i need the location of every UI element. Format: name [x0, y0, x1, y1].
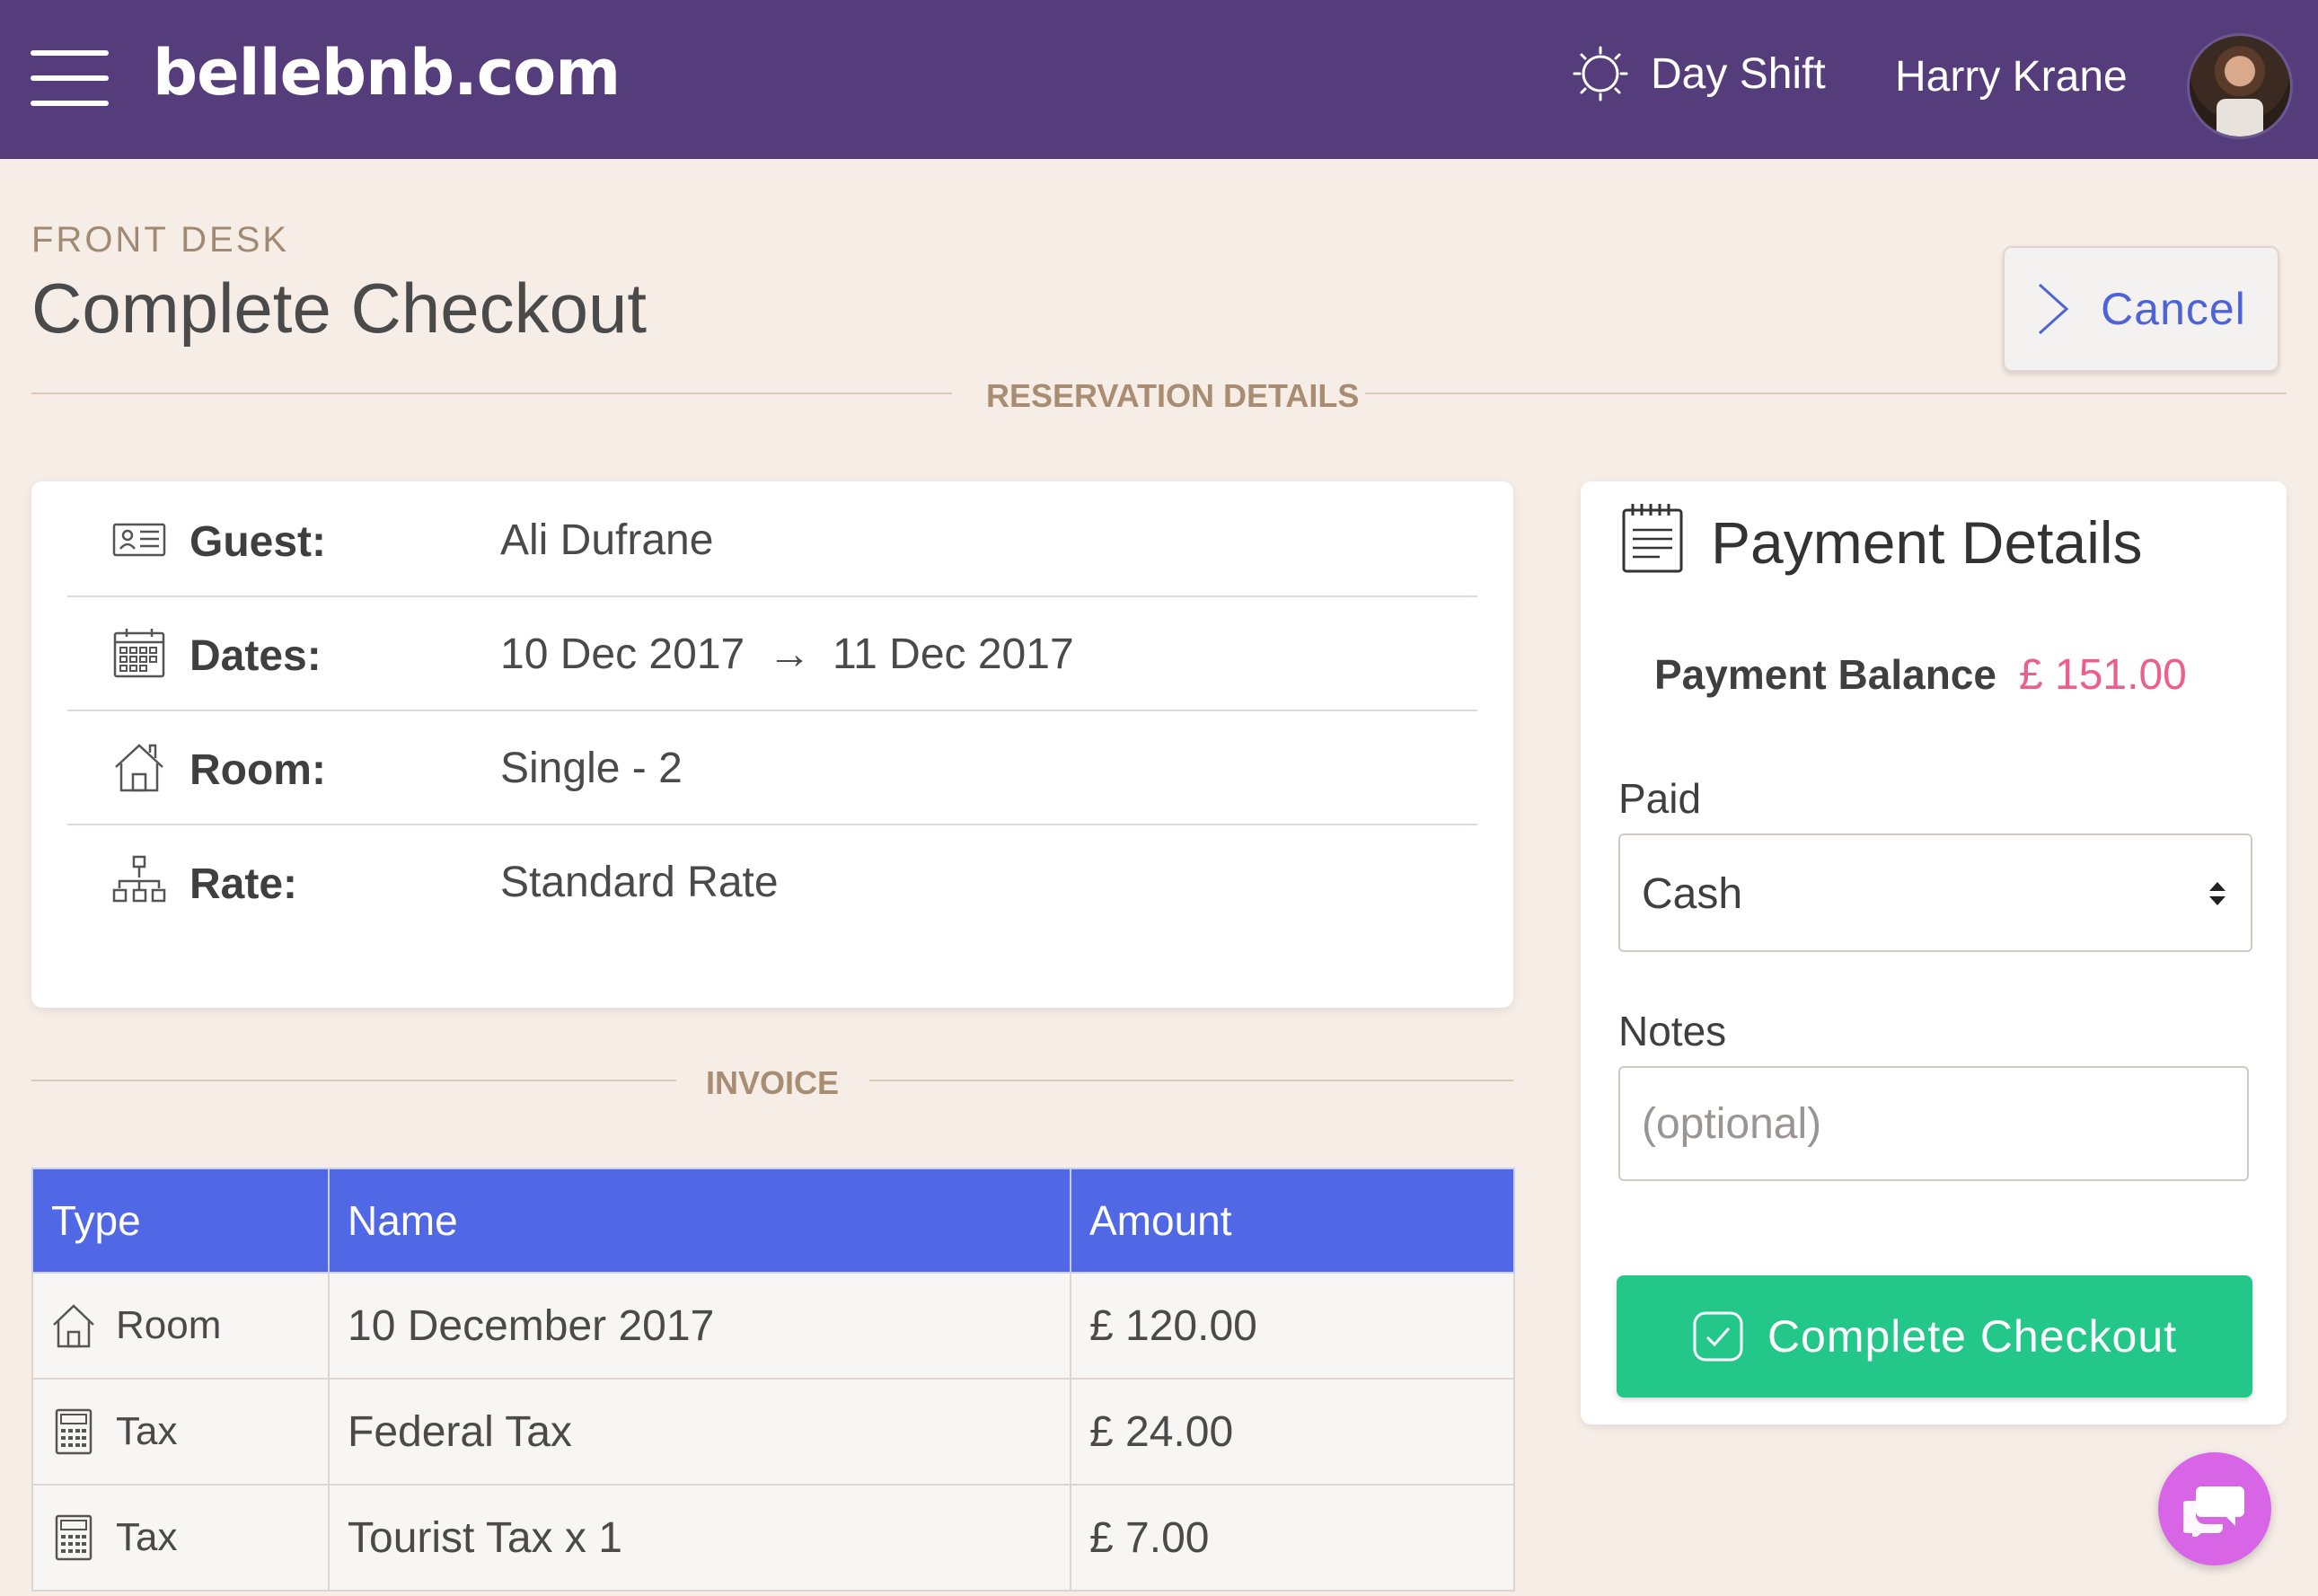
rate-label: Rate:	[189, 860, 298, 908]
chat-bubbles-icon	[2183, 1486, 2244, 1537]
room-row: Room: Single - 2	[67, 710, 1477, 825]
type-label: Tax	[116, 1515, 178, 1559]
rate-row: Rate: Standard Rate	[67, 824, 1477, 938]
payment-method-select[interactable]: Cash	[1618, 833, 2252, 952]
select-caret-icon	[2209, 882, 2225, 905]
room-value: Single - 2	[500, 745, 683, 792]
rate-value: Standard Rate	[500, 859, 779, 906]
guest-label: Guest:	[189, 518, 327, 566]
invoice-divider-left	[31, 1080, 676, 1081]
shift-label: Day Shift	[1651, 49, 1826, 98]
chat-button[interactable]	[2158, 1452, 2271, 1565]
shift-indicator[interactable]: Day Shift	[1572, 45, 1826, 102]
calculator-icon	[55, 1408, 93, 1455]
column-header-type[interactable]: Type	[31, 1168, 330, 1274]
type-cell: Tax	[31, 1378, 330, 1486]
balance-label: Payment Balance	[1654, 651, 1996, 698]
chevron-right-icon	[2039, 283, 2069, 335]
calendar-icon	[113, 629, 165, 678]
payment-card: Payment Details Payment Balance £ 151.00…	[1581, 481, 2287, 1424]
page-title: Complete Checkout	[31, 269, 648, 348]
complete-checkout-label: Complete Checkout	[1767, 1311, 2178, 1362]
dates-label: Dates:	[189, 632, 322, 680]
type-label: Tax	[116, 1409, 178, 1453]
table-row[interactable]: Tax Federal Tax £ 24.00	[31, 1378, 1515, 1486]
amount-cell: £ 120.00	[1070, 1272, 1515, 1380]
dates-row: Dates: 10 Dec 2017 → 11 Dec 2017	[67, 595, 1477, 711]
id-card-icon	[112, 523, 166, 557]
section-label-invoice: INVOICE	[706, 1064, 840, 1101]
calculator-icon	[55, 1514, 93, 1561]
amount-cell: £ 24.00	[1070, 1378, 1515, 1486]
invoice-table: Type Name Amount Room 10 December 2017 £…	[31, 1168, 1515, 1592]
check-square-icon	[1693, 1311, 1743, 1362]
column-header-name[interactable]: Name	[328, 1168, 1071, 1274]
name-cell: 10 December 2017	[328, 1272, 1071, 1380]
notes-input[interactable]	[1618, 1066, 2249, 1181]
room-label: Room:	[189, 746, 326, 794]
type-label: Room	[116, 1303, 222, 1347]
user-avatar[interactable]	[2187, 33, 2293, 139]
brand-logo[interactable]: bellebnb.com	[153, 36, 621, 110]
home-icon	[115, 744, 163, 792]
name-cell: Federal Tax	[328, 1378, 1071, 1486]
table-row[interactable]: Tax Tourist Tax x 1 £ 7.00	[31, 1484, 1515, 1592]
sun-icon	[1573, 46, 1628, 101]
cancel-button[interactable]: Cancel	[2003, 246, 2279, 372]
user-name[interactable]: Harry Krane	[1895, 52, 2128, 101]
table-header-row: Type Name Amount	[31, 1168, 1515, 1274]
reservation-card: Guest: Ali Dufrane Dates: 10 Dec 2017 → …	[31, 481, 1513, 1008]
home-icon	[53, 1304, 94, 1348]
paid-label: Paid	[1618, 775, 1702, 822]
balance-value: £ 151.00	[2019, 651, 2187, 699]
guest-value: Ali Dufrane	[500, 516, 714, 564]
section-label-reservation: RESERVATION DETAILS	[986, 377, 1360, 414]
complete-checkout-button[interactable]: Complete Checkout	[1617, 1275, 2252, 1398]
type-cell: Room	[31, 1272, 330, 1380]
cancel-label: Cancel	[2101, 284, 2246, 334]
divider-right	[1365, 392, 2287, 394]
invoice-divider-right	[869, 1080, 1513, 1081]
column-header-amount[interactable]: Amount	[1070, 1168, 1515, 1274]
name-cell: Tourist Tax x 1	[328, 1484, 1071, 1592]
date-to: 11 Dec 2017	[833, 630, 1074, 678]
sitemap-icon	[112, 855, 166, 903]
top-bar: bellebnb.com Day Shift Harry Krane	[0, 0, 2318, 159]
notepad-icon	[1622, 504, 1683, 573]
table-row[interactable]: Room 10 December 2017 £ 120.00	[31, 1272, 1515, 1380]
page-eyebrow: FRONT DESK	[31, 220, 290, 260]
amount-cell: £ 7.00	[1070, 1484, 1515, 1592]
date-from: 10 Dec 2017	[500, 630, 745, 678]
payment-method-value: Cash	[1642, 870, 1743, 918]
type-cell: Tax	[31, 1484, 330, 1592]
guest-row: Guest: Ali Dufrane	[67, 481, 1477, 597]
notes-label: Notes	[1618, 1008, 1727, 1054]
date-arrow: →	[768, 630, 811, 678]
hamburger-menu-icon[interactable]	[31, 50, 109, 106]
payment-title: Payment Details	[1711, 509, 2143, 576]
divider-left	[31, 392, 952, 394]
